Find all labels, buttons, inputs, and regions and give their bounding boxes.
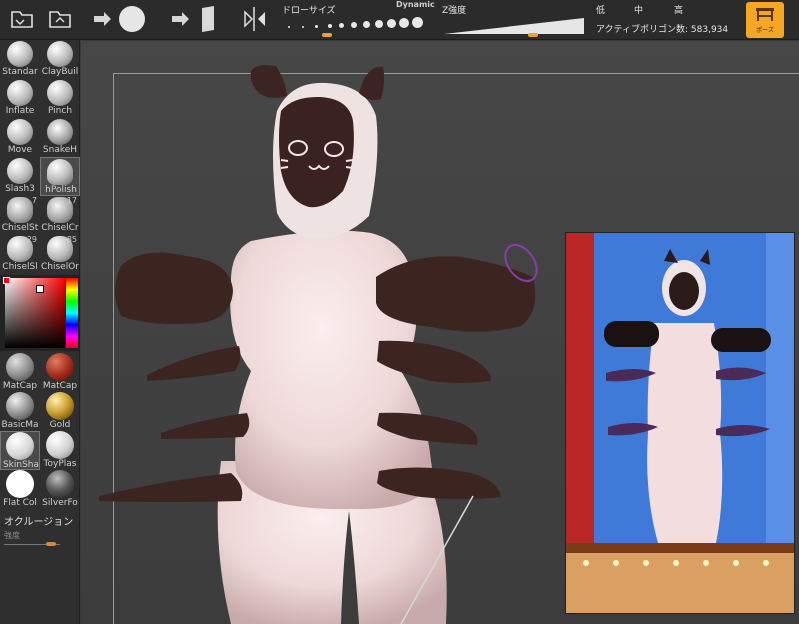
color-saturation-box[interactable]	[5, 278, 65, 348]
material-gold[interactable]: Gold	[40, 392, 80, 431]
inflate-brush-icon	[7, 80, 33, 106]
symmetry-icon[interactable]	[240, 4, 270, 34]
left-palette: Standar ClayBuil Inflate Pinch Move Snak…	[0, 40, 80, 624]
pose-button[interactable]: ポーズ	[746, 2, 784, 38]
size-dot	[412, 17, 423, 28]
size-dot	[363, 21, 370, 28]
brush-pinch[interactable]: Pinch	[40, 79, 80, 118]
draw-size-label: ドローサイズ	[282, 6, 336, 16]
occlusion-label: オクルージョン	[4, 517, 74, 528]
dynamic-label[interactable]: Dynamic	[396, 0, 435, 9]
size-dot	[387, 19, 396, 28]
chisel-icon	[7, 197, 33, 223]
low-button[interactable]: 低	[596, 3, 605, 16]
size-dot	[288, 26, 290, 28]
matcap-gray-icon	[6, 353, 34, 381]
pose-icon	[756, 8, 774, 21]
mid-button[interactable]: 中	[634, 3, 643, 16]
size-dot	[351, 22, 357, 28]
hpolish-brush-icon	[47, 159, 73, 185]
brush-inflate[interactable]: Inflate	[0, 79, 40, 118]
z-intensity-label: Z強度	[442, 6, 467, 16]
size-dot	[399, 18, 409, 28]
occlusion-intensity-label: 強度	[4, 531, 20, 540]
size-dot	[328, 24, 332, 28]
skinshade-material-icon	[6, 432, 34, 460]
color-picker[interactable]	[0, 275, 80, 351]
open-folder-icon[interactable]	[8, 4, 36, 34]
pinch-brush-icon	[47, 80, 73, 106]
basic-material-icon	[6, 392, 34, 420]
export-shape-icon[interactable]	[168, 4, 224, 34]
zbrush-app: ドローサイズ Dynamic Z強度 低 中 高 アクティブポリゴン数: 583…	[0, 0, 799, 624]
silverfoil-material-icon	[46, 470, 74, 498]
hue-strip[interactable]	[66, 278, 78, 348]
brush-move[interactable]: Move	[0, 118, 40, 157]
material-basic[interactable]: BasicMa	[0, 392, 40, 431]
slash3-brush-icon	[7, 158, 33, 184]
material-skinshade[interactable]: SkinSha	[0, 431, 40, 470]
brush-chiselornament[interactable]: 85 ChiselOr	[40, 235, 80, 274]
size-dot	[302, 26, 304, 28]
flatcolor-material-icon	[6, 470, 34, 498]
active-polygon-count: アクティブポリゴン数: 583,934	[596, 25, 729, 35]
brush-standard[interactable]: Standar	[0, 40, 40, 79]
high-button[interactable]: 高	[674, 3, 683, 16]
brush-claybuildup[interactable]: ClayBuil	[40, 40, 80, 79]
top-toolbar: ドローサイズ Dynamic Z強度 低 中 高 アクティブポリゴン数: 583…	[0, 0, 799, 40]
z-intensity-slider[interactable]	[444, 16, 584, 37]
color-cursor[interactable]	[36, 285, 44, 293]
standard-brush-icon	[7, 41, 33, 67]
material-silverfoil[interactable]: SilverFo	[40, 470, 80, 509]
size-dot	[339, 23, 344, 28]
gold-material-icon	[46, 392, 74, 420]
claybuildup-brush-icon	[47, 41, 73, 67]
brush-chiselstandard[interactable]: 7 ChiselSt	[0, 196, 40, 235]
draw-size-thumb[interactable]	[322, 33, 332, 37]
3d-viewport[interactable]	[81, 41, 799, 624]
size-dot	[375, 20, 383, 28]
size-dot	[315, 25, 318, 28]
reference-photo-art	[566, 233, 794, 613]
move-brush-icon	[7, 119, 33, 145]
z-intensity-thumb[interactable]	[528, 33, 538, 37]
material-toyplastic[interactable]: ToyPlas	[40, 431, 80, 470]
toyplastic-material-icon	[46, 431, 74, 459]
save-folder-icon[interactable]	[46, 4, 74, 34]
brush-chiselskull[interactable]: 29 ChiselSl	[0, 235, 40, 274]
brush-slash3[interactable]: Slash3	[0, 157, 40, 196]
pose-label: ポーズ	[756, 27, 774, 34]
brush-hpolish[interactable]: hPolish	[40, 157, 80, 196]
primary-color-swatch[interactable]	[3, 277, 10, 284]
material-matcap-gray[interactable]: MatCap	[0, 353, 40, 392]
reference-image[interactable]	[565, 232, 795, 614]
material-flatcolor[interactable]: Flat Col	[0, 470, 40, 509]
occlusion-slider-thumb[interactable]	[46, 542, 56, 546]
material-matcap-red[interactable]: MatCap	[40, 353, 80, 392]
matcap-red-icon	[46, 353, 74, 381]
brush-snakehook[interactable]: SnakeH	[40, 118, 80, 157]
snakehook-brush-icon	[47, 119, 73, 145]
import-sphere-icon[interactable]	[90, 4, 150, 34]
brush-chiselcreature[interactable]: 17 ChiselCr	[40, 196, 80, 235]
